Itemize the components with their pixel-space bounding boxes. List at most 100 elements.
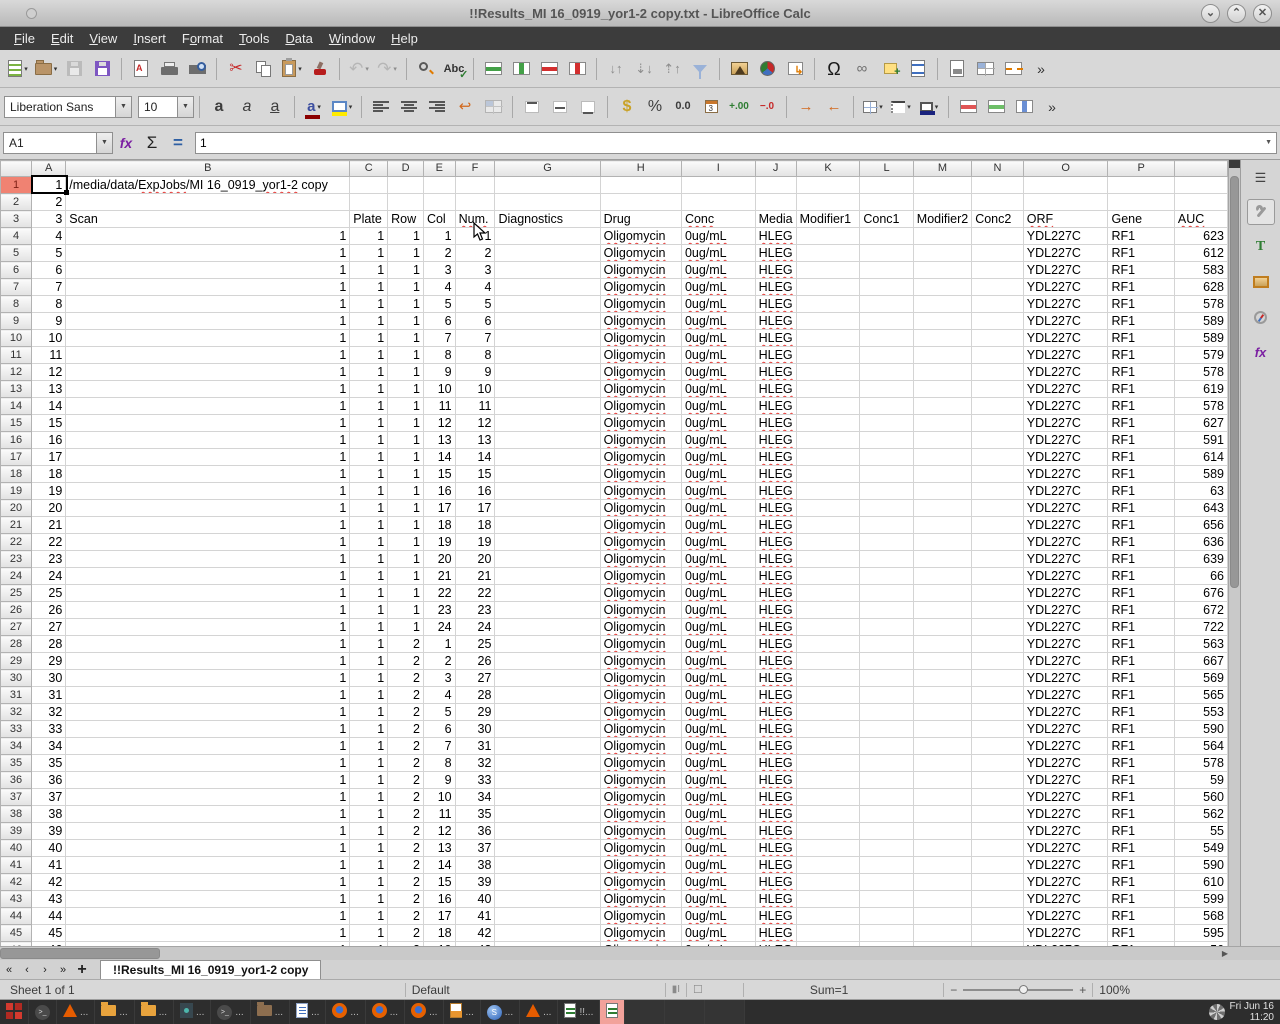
print-icon[interactable] [156, 56, 182, 82]
zoom-slider[interactable] [963, 983, 1073, 997]
cell[interactable] [495, 245, 600, 262]
cell[interactable]: YDL227C [1023, 636, 1108, 653]
sum-status[interactable]: Sum=1 [810, 983, 848, 997]
cell[interactable] [972, 262, 1024, 279]
cell[interactable]: YDL227C [1023, 228, 1108, 245]
cell[interactable]: 599 [1174, 891, 1227, 908]
cell[interactable]: 1 [350, 449, 388, 466]
cell[interactable]: 12 [423, 415, 455, 432]
cell[interactable]: 37 [455, 840, 495, 857]
row-header-2[interactable]: 2 [1, 194, 32, 211]
cell[interactable]: 25 [455, 636, 495, 653]
cell[interactable]: 9 [423, 772, 455, 789]
cell[interactable] [972, 704, 1024, 721]
cell[interactable]: 19 [32, 483, 66, 500]
cell[interactable] [972, 330, 1024, 347]
cell[interactable]: 17 [423, 908, 455, 925]
cell[interactable]: 1 [66, 857, 350, 874]
cell[interactable] [913, 296, 971, 313]
cell[interactable]: HLEG [755, 568, 796, 585]
cell[interactable]: 2 [388, 636, 424, 653]
cell[interactable] [388, 194, 424, 211]
cell[interactable]: 1 [388, 449, 424, 466]
cell[interactable]: Oligomycin [600, 381, 681, 398]
cell[interactable] [972, 177, 1024, 194]
cell[interactable]: 0ug/mL [681, 636, 755, 653]
cell[interactable]: 23 [32, 551, 66, 568]
cell[interactable]: RF1 [1108, 466, 1174, 483]
cell[interactable]: RF1 [1108, 925, 1174, 942]
properties-icon[interactable] [1247, 199, 1275, 225]
cell[interactable]: 27 [32, 619, 66, 636]
cell[interactable]: 14 [423, 857, 455, 874]
cell[interactable]: 1 [388, 432, 424, 449]
cell[interactable] [796, 313, 860, 330]
cell[interactable]: YDL227C [1023, 891, 1108, 908]
task-document-orange[interactable]: ... [444, 1000, 480, 1024]
spreadsheet-grid[interactable]: ABCDEFGHIJKLMNOP11/media/data/ExpJobs/MI… [0, 160, 1228, 946]
cell[interactable]: 1 [350, 585, 388, 602]
cell[interactable]: 1 [66, 925, 350, 942]
cell[interactable] [388, 177, 424, 194]
cell[interactable]: 1 [350, 381, 388, 398]
cell[interactable]: 1 [66, 891, 350, 908]
cell[interactable]: 1 [388, 228, 424, 245]
freeze-rows-columns-icon[interactable] [972, 56, 998, 82]
cell[interactable]: YDL227C [1023, 772, 1108, 789]
cell[interactable]: 0ug/mL [681, 721, 755, 738]
sheet-info[interactable]: Sheet 1 of 1 [10, 983, 75, 997]
task-terminal[interactable]: >_... [211, 1000, 250, 1024]
cell[interactable]: 1 [423, 228, 455, 245]
cell[interactable]: RF1 [1108, 279, 1174, 296]
cell[interactable]: HLEG [755, 262, 796, 279]
cell[interactable] [495, 908, 600, 925]
cell[interactable]: 2 [388, 789, 424, 806]
cell[interactable]: Conc [681, 211, 755, 228]
cell[interactable]: YDL227C [1023, 551, 1108, 568]
cell[interactable] [796, 789, 860, 806]
cell[interactable]: 1 [350, 891, 388, 908]
cell[interactable]: Col [423, 211, 455, 228]
cell[interactable] [796, 449, 860, 466]
zoom-slider-knob[interactable] [1019, 985, 1028, 994]
cell[interactable] [796, 619, 860, 636]
cell[interactable]: Oligomycin [600, 517, 681, 534]
cell[interactable]: Oligomycin [600, 721, 681, 738]
cell[interactable]: 1 [66, 704, 350, 721]
cell[interactable] [796, 262, 860, 279]
cell[interactable]: 4 [423, 279, 455, 296]
spelling-icon[interactable]: Abc✓ [441, 56, 467, 82]
cell[interactable]: 1 [388, 279, 424, 296]
cell[interactable]: 1 [66, 364, 350, 381]
cell[interactable]: 0ug/mL [681, 891, 755, 908]
row-header-13[interactable]: 13 [1, 381, 32, 398]
increase-indent-icon[interactable]: → [793, 94, 819, 120]
cell[interactable] [913, 823, 971, 840]
paste-icon[interactable]: ▾ [279, 56, 305, 82]
column-header-D[interactable]: D [388, 161, 424, 177]
cell[interactable]: 22 [455, 585, 495, 602]
cell[interactable] [796, 755, 860, 772]
cell[interactable] [796, 381, 860, 398]
cell[interactable] [1023, 194, 1108, 211]
cell[interactable]: RF1 [1108, 653, 1174, 670]
cell[interactable]: 0ug/mL [681, 432, 755, 449]
cell[interactable]: 30 [32, 670, 66, 687]
cell[interactable] [860, 704, 913, 721]
cell[interactable]: 583 [1174, 262, 1227, 279]
clone-formatting-icon[interactable] [307, 56, 333, 82]
cell[interactable]: 569 [1174, 670, 1227, 687]
cell[interactable]: 0ug/mL [681, 398, 755, 415]
cell[interactable]: 0ug/mL [681, 534, 755, 551]
highlighting-color-icon[interactable]: ▾ [329, 94, 355, 120]
cell[interactable] [796, 364, 860, 381]
cell[interactable]: Oligomycin [600, 313, 681, 330]
cell[interactable]: RF1 [1108, 432, 1174, 449]
cell[interactable]: 33 [32, 721, 66, 738]
cell[interactable]: RF1 [1108, 602, 1174, 619]
cell[interactable]: HLEG [755, 721, 796, 738]
cell[interactable]: 2 [388, 806, 424, 823]
cell[interactable]: HLEG [755, 364, 796, 381]
cell[interactable] [860, 330, 913, 347]
cell[interactable] [860, 194, 913, 211]
